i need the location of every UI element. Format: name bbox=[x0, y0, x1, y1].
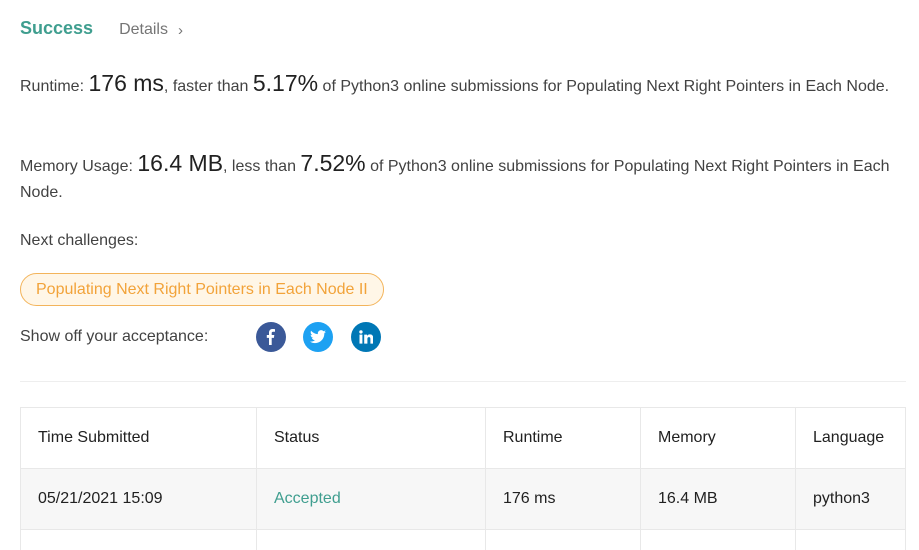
cell-empty bbox=[641, 530, 796, 550]
details-link[interactable]: Details › bbox=[119, 21, 183, 39]
cell-runtime: 176 ms bbox=[486, 469, 641, 529]
chevron-right-icon: › bbox=[177, 21, 183, 39]
cell-empty bbox=[21, 530, 257, 550]
cell-empty bbox=[796, 530, 905, 550]
twitter-share-button[interactable] bbox=[303, 322, 333, 352]
cell-language: python3 bbox=[813, 490, 870, 507]
runtime-label: Runtime: bbox=[20, 78, 85, 95]
column-header-time: Time Submitted bbox=[21, 408, 257, 468]
section-divider bbox=[20, 381, 906, 382]
runtime-summary: Runtime: 176 ms, faster than 5.17% of Py… bbox=[20, 70, 910, 100]
linkedin-icon bbox=[359, 330, 373, 344]
cell-status: Accepted bbox=[257, 469, 486, 529]
column-header-runtime: Runtime bbox=[486, 408, 641, 468]
memory-label: Memory Usage: bbox=[20, 158, 133, 175]
memory-value: 16.4 MB bbox=[137, 150, 224, 176]
column-header-language: Language bbox=[813, 429, 885, 446]
accepted-link[interactable]: Accepted bbox=[274, 490, 341, 508]
cell-time-submitted: 05/21/2021 15:09 bbox=[21, 469, 257, 529]
details-label: Details bbox=[119, 21, 168, 38]
runtime-value: 176 ms bbox=[88, 70, 164, 96]
next-challenges-label: Next challenges: bbox=[20, 232, 139, 249]
result-status: Success bbox=[20, 18, 94, 38]
memory-summary: Memory Usage: 16.4 MB, less than 7.52% o… bbox=[20, 150, 910, 206]
twitter-icon bbox=[310, 330, 326, 344]
next-challenge-chip[interactable]: Populating Next Right Pointers in Each N… bbox=[20, 273, 384, 306]
result-header: Success Details › bbox=[20, 18, 183, 39]
linkedin-share-button[interactable] bbox=[351, 322, 381, 352]
table-header-row: Time Submitted Status Runtime Memory Lan… bbox=[21, 408, 905, 468]
cell-memory: 16.4 MB bbox=[641, 469, 796, 529]
cell-empty bbox=[486, 530, 641, 550]
memory-mid: , less than bbox=[223, 158, 296, 175]
column-header-memory: Memory bbox=[641, 408, 796, 468]
column-header-status: Status bbox=[257, 408, 486, 468]
runtime-mid: , faster than bbox=[163, 78, 249, 95]
submissions-table: Time Submitted Status Runtime Memory Lan… bbox=[20, 407, 906, 550]
runtime-suffix: of Python3 online submissions for Popula… bbox=[322, 78, 890, 95]
runtime-percent: 5.17% bbox=[252, 70, 319, 96]
table-row: 05/21/2021 15:09 Accepted 176 ms 16.4 MB… bbox=[21, 468, 905, 529]
facebook-share-button[interactable] bbox=[256, 322, 286, 352]
cell-empty bbox=[257, 530, 486, 550]
share-label: Show off your acceptance: bbox=[20, 328, 209, 345]
facebook-icon bbox=[266, 329, 275, 345]
memory-percent: 7.52% bbox=[300, 150, 366, 176]
